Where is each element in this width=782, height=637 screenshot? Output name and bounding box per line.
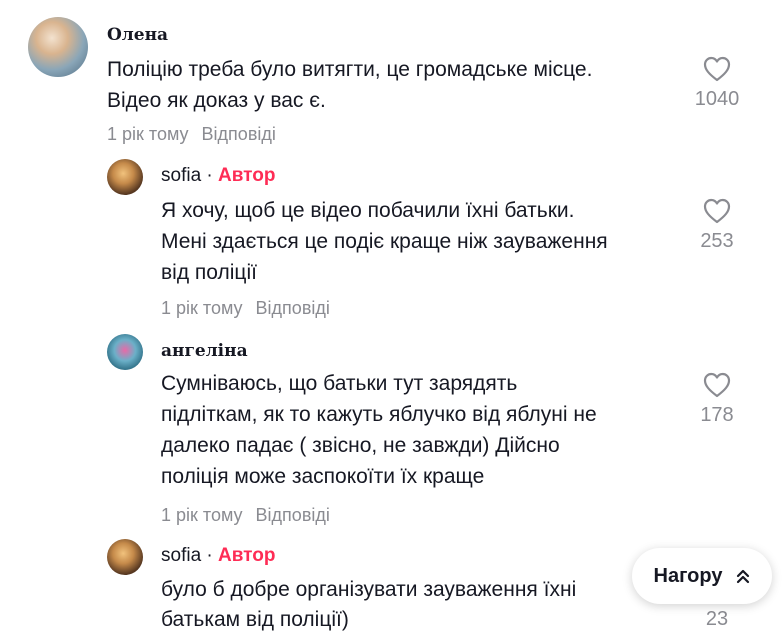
- author-badge: Автор: [218, 545, 276, 566]
- comment-text-line: Відео як доказ у вас є.: [107, 89, 326, 112]
- reply-button[interactable]: Відповіді: [256, 505, 330, 525]
- reply-text-line: було б добре організувати зауваження їхн…: [161, 578, 577, 601]
- reply-text-line: Я хочу, щоб це відео побачили їхні батьк…: [161, 199, 575, 222]
- like-control[interactable]: 253: [687, 198, 747, 253]
- author-badge: Автор: [218, 165, 276, 186]
- reply-meta: 1 рік тому Відповіді: [161, 505, 330, 526]
- comment-text-line: Поліцію треба було витягти, це громадськ…: [107, 58, 593, 81]
- like-control[interactable]: 1040: [687, 56, 747, 111]
- reply-text-line: батькам від поліції): [161, 608, 349, 631]
- reply-meta: 1 рік тому Відповіді: [161, 298, 330, 319]
- comment-time: 1 рік тому: [107, 124, 189, 144]
- separator: ·: [206, 165, 213, 186]
- comment-author[interactable]: Олена: [107, 25, 168, 45]
- reply-button[interactable]: Відповіді: [202, 124, 276, 144]
- reply-text-line: поліція може заспокоїти їх краще: [161, 465, 485, 488]
- heart-icon[interactable]: [703, 56, 731, 82]
- scroll-to-top-label: Нагору: [653, 564, 723, 587]
- like-count: 23: [705, 608, 729, 630]
- reply-author[interactable]: sofia: [161, 545, 201, 566]
- double-chevron-up-icon: [737, 569, 750, 584]
- reply-text-line: від поліції: [161, 261, 257, 284]
- heart-icon[interactable]: [703, 372, 731, 398]
- like-count: 253: [700, 230, 734, 252]
- reply-text-line: підліткам, як то кажуть яблучко від яблу…: [161, 403, 597, 426]
- reply-author[interactable]: sofia: [161, 165, 201, 186]
- reply-button[interactable]: Відповіді: [256, 298, 330, 318]
- comment-meta: 1 рік тому Відповіді: [107, 124, 276, 145]
- separator: ·: [206, 545, 213, 566]
- reply-text-line: Сумніваюсь, що батьки тут зарядять: [161, 372, 518, 395]
- scroll-to-top-button[interactable]: Нагору: [632, 548, 772, 604]
- avatar[interactable]: [28, 17, 88, 77]
- reply-author-row: sofia · Автор: [161, 545, 275, 567]
- reply-author[interactable]: ангеліна: [161, 341, 248, 361]
- avatar[interactable]: [107, 539, 143, 575]
- reply-time: 1 рік тому: [161, 505, 243, 525]
- comment-author-row: Олена: [107, 24, 168, 46]
- like-control[interactable]: 178: [687, 372, 747, 427]
- like-count: 178: [700, 404, 734, 426]
- reply-text-line: Мені здається це подіє краще ніж зауваже…: [161, 230, 608, 253]
- avatar[interactable]: [107, 334, 143, 370]
- avatar[interactable]: [107, 159, 143, 195]
- reply-author-row: sofia · Автор: [161, 165, 275, 187]
- reply-text-line: далеко падає ( звісно, не завжди) Дійсно: [161, 434, 560, 457]
- reply-author-row: ангеліна: [161, 340, 248, 362]
- like-count: 1040: [694, 88, 740, 110]
- heart-icon[interactable]: [703, 198, 731, 224]
- reply-time: 1 рік тому: [161, 298, 243, 318]
